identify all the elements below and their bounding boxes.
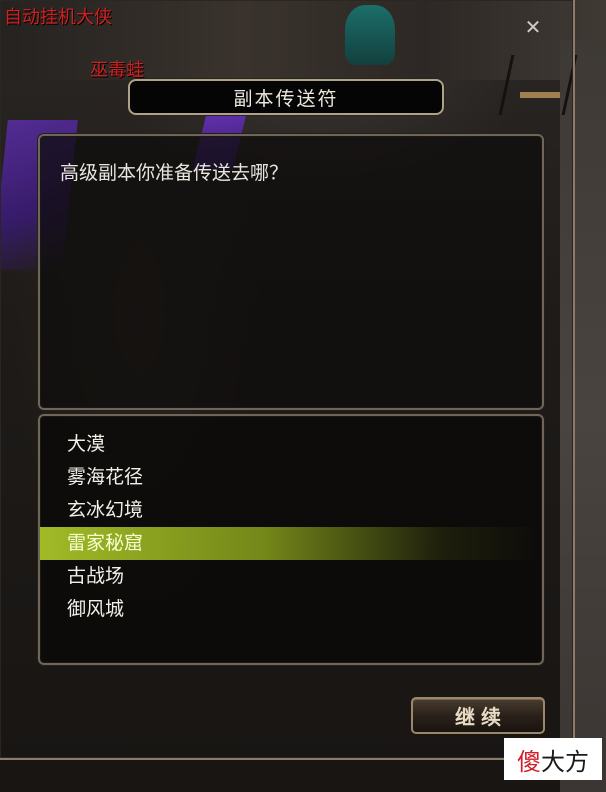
watermark-first-char: 傻 xyxy=(517,747,541,776)
destination-option-damo[interactable]: 大漠 xyxy=(40,428,542,461)
destination-option-xuanbing-huanjing[interactable]: 玄冰幻境 xyxy=(40,494,542,527)
teleport-dialog: ✕ 副本传送符 高级副本你准备传送去哪？ 大漠 雾海花径 玄冰幻境 雷家秘窟 古… xyxy=(0,0,575,760)
watermark-rest: 大方 xyxy=(541,747,589,776)
question-panel: 高级副本你准备传送去哪？ xyxy=(38,134,544,410)
destination-list-panel: 大漠 雾海花径 玄冰幻境 雷家秘窟 古战场 御风城 xyxy=(38,414,544,665)
destination-option-yufengcheng[interactable]: 御风城 xyxy=(40,593,542,626)
close-icon[interactable]: ✕ xyxy=(522,16,544,38)
dialog-title: 副本传送符 xyxy=(233,87,339,110)
destination-option-wuhai-huajing[interactable]: 雾海花径 xyxy=(40,461,542,494)
destination-option-guzhanchang[interactable]: 古战场 xyxy=(40,560,542,593)
continue-button-label: 继续 xyxy=(455,705,507,729)
destination-list: 大漠 雾海花径 玄冰幻境 雷家秘窟 古战场 御风城 xyxy=(40,428,542,626)
continue-button[interactable]: 继续 xyxy=(411,697,545,734)
question-text: 高级副本你准备传送去哪？ xyxy=(60,162,289,184)
destination-option-leijia-miku[interactable]: 雷家秘窟 xyxy=(40,527,542,560)
dialog-title-bar: 副本传送符 xyxy=(128,79,444,115)
watermark-logo: 傻大方 xyxy=(504,738,602,780)
